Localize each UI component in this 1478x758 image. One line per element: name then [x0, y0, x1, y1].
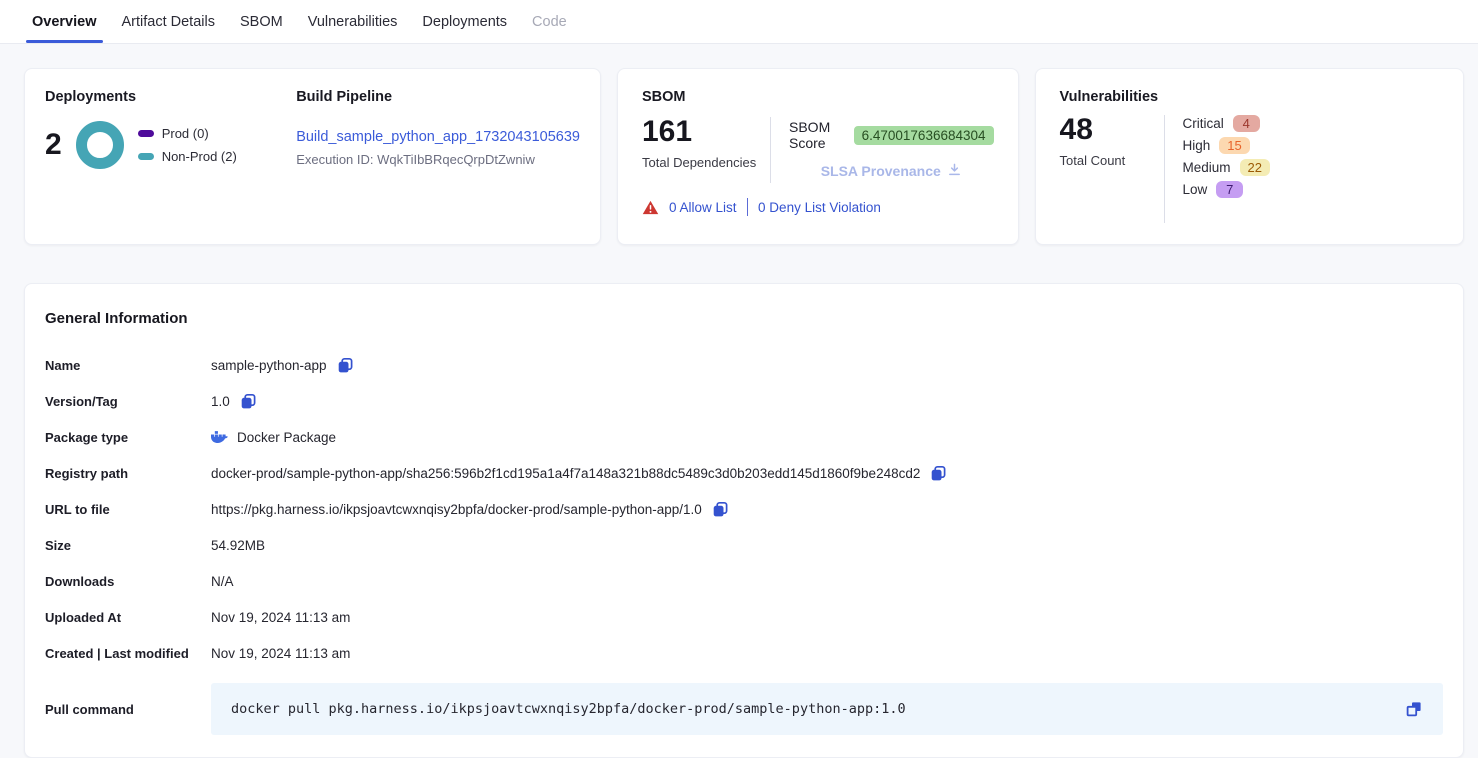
- docker-icon: [211, 430, 228, 444]
- info-row-version: Version/Tag 1.0: [45, 383, 1443, 419]
- sbom-score-badge: 6.470017636684304: [854, 126, 994, 145]
- info-row-pull-command: Pull command docker pull pkg.harness.io/…: [45, 683, 1443, 735]
- sbom-card: SBOM 161 Total Dependencies SBOM Score 6…: [617, 68, 1019, 245]
- legend-item-prod: Prod (0): [138, 126, 237, 141]
- sbom-total: 161: [642, 117, 770, 147]
- sbom-title: SBOM: [642, 89, 994, 105]
- severity-badge-critical: 4: [1233, 115, 1260, 132]
- severity-label-low: Low: [1183, 182, 1208, 197]
- tab-deployments[interactable]: Deployments: [422, 0, 507, 43]
- severity-label-critical: Critical: [1183, 116, 1224, 131]
- info-row-registry-path: Registry path docker-prod/sample-python-…: [45, 455, 1443, 491]
- severity-list: Critical 4 High 15 Medium 22 Low 7: [1165, 115, 1270, 223]
- sbom-stats: 161 Total Dependencies: [642, 117, 770, 183]
- tab-artifact-details[interactable]: Artifact Details: [122, 0, 215, 43]
- uploaded-at-value: Nov 19, 2024 11:13 am: [211, 610, 350, 625]
- severity-badge-medium: 22: [1240, 159, 1270, 176]
- registry-path-label: Registry path: [45, 466, 211, 481]
- deny-list-link[interactable]: 0 Deny List Violation: [758, 200, 881, 215]
- created-modified-label: Created | Last modified: [45, 646, 211, 661]
- pipeline-link[interactable]: Build_sample_python_app_1732043105639: [296, 129, 580, 145]
- size-value: 54.92MB: [211, 538, 265, 553]
- tab-sbom[interactable]: SBOM: [240, 0, 283, 43]
- copy-version-button[interactable]: [239, 392, 258, 411]
- severity-row-low: Low 7: [1183, 181, 1270, 198]
- severity-row-medium: Medium 22: [1183, 159, 1270, 176]
- build-pipeline-title: Build Pipeline: [296, 89, 580, 105]
- version-label: Version/Tag: [45, 394, 211, 409]
- url-value: https://pkg.harness.io/ikpsjoavtcwxnqisy…: [211, 502, 702, 517]
- sbom-score-label: SBOM Score: [789, 119, 846, 151]
- slsa-provenance-label: SLSA Provenance: [821, 163, 941, 179]
- downloads-label: Downloads: [45, 574, 211, 589]
- severity-label-medium: Medium: [1183, 160, 1231, 175]
- registry-path-value: docker-prod/sample-python-app/sha256:596…: [211, 466, 920, 481]
- version-value: 1.0: [211, 394, 230, 409]
- prod-legend-label: Prod (0): [162, 126, 209, 141]
- general-information-card: General Information Name sample-python-a…: [24, 283, 1464, 758]
- deployments-card: Deployments 2 Prod (0) Non-Prod (2) Buil…: [24, 68, 601, 245]
- size-label: Size: [45, 538, 211, 553]
- legend-item-nonprod: Non-Prod (2): [138, 149, 237, 164]
- info-row-size: Size 54.92MB: [45, 527, 1443, 563]
- link-separator: [747, 198, 749, 216]
- build-pipeline-section: Build Pipeline Build_sample_python_app_1…: [296, 89, 580, 224]
- package-type-value: Docker Package: [237, 430, 336, 445]
- info-row-uploaded-at: Uploaded At Nov 19, 2024 11:13 am: [45, 599, 1443, 635]
- vulnerabilities-title: Vulnerabilities: [1060, 89, 1439, 105]
- tab-bar: Overview Artifact Details SBOM Vulnerabi…: [0, 0, 1478, 44]
- slsa-provenance-link[interactable]: SLSA Provenance: [821, 162, 962, 180]
- deployments-total: 2: [45, 130, 62, 160]
- copy-registry-path-button[interactable]: [929, 464, 948, 483]
- pull-command-label: Pull command: [45, 702, 211, 717]
- tab-code: Code: [532, 0, 567, 43]
- pull-command-block: docker pull pkg.harness.io/ikpsjoavtcwxn…: [211, 683, 1443, 735]
- copy-url-button[interactable]: [711, 500, 730, 519]
- vulnerabilities-total-label: Total Count: [1060, 153, 1164, 168]
- info-row-name: Name sample-python-app: [45, 347, 1443, 383]
- severity-row-critical: Critical 4: [1183, 115, 1270, 132]
- name-label: Name: [45, 358, 211, 373]
- deployments-donut-chart: [76, 121, 124, 169]
- summary-cards-row: Deployments 2 Prod (0) Non-Prod (2) Buil…: [0, 44, 1478, 245]
- deployments-section: Deployments 2 Prod (0) Non-Prod (2): [45, 89, 296, 224]
- copy-name-button[interactable]: [336, 356, 355, 375]
- warning-icon: [642, 200, 659, 215]
- uploaded-at-label: Uploaded At: [45, 610, 211, 625]
- sbom-policy-links: 0 Allow List 0 Deny List Violation: [642, 198, 994, 216]
- url-label: URL to file: [45, 502, 211, 517]
- severity-badge-low: 7: [1216, 181, 1243, 198]
- copy-pull-command-button[interactable]: [1405, 700, 1423, 718]
- severity-row-high: High 15: [1183, 137, 1270, 154]
- created-modified-value: Nov 19, 2024 11:13 am: [211, 646, 350, 661]
- vulnerabilities-stats: 48 Total Count: [1060, 115, 1164, 223]
- name-value: sample-python-app: [211, 358, 327, 373]
- package-type-label: Package type: [45, 430, 211, 445]
- deployments-title: Deployments: [45, 89, 296, 105]
- deployments-legend: Prod (0) Non-Prod (2): [138, 126, 237, 164]
- general-information-title: General Information: [45, 310, 1443, 327]
- nonprod-legend-swatch: [138, 153, 154, 160]
- info-row-downloads: Downloads N/A: [45, 563, 1443, 599]
- prod-legend-swatch: [138, 130, 154, 137]
- tab-vulnerabilities[interactable]: Vulnerabilities: [308, 0, 398, 43]
- download-icon: [947, 162, 962, 180]
- pull-command-text: docker pull pkg.harness.io/ikpsjoavtcwxn…: [231, 701, 906, 717]
- downloads-value: N/A: [211, 574, 234, 589]
- info-row-created-modified: Created | Last modified Nov 19, 2024 11:…: [45, 635, 1443, 671]
- severity-badge-high: 15: [1219, 137, 1249, 154]
- info-row-url: URL to file https://pkg.harness.io/ikpsj…: [45, 491, 1443, 527]
- severity-label-high: High: [1183, 138, 1211, 153]
- sbom-score-section: SBOM Score 6.470017636684304 SLSA Proven…: [771, 117, 994, 183]
- vulnerabilities-total: 48: [1060, 115, 1164, 145]
- nonprod-legend-label: Non-Prod (2): [162, 149, 237, 164]
- execution-id-text: Execution ID: WqkTiIbBRqecQrpDtZwniw: [296, 152, 580, 167]
- vulnerabilities-card: Vulnerabilities 48 Total Count Critical …: [1035, 68, 1464, 245]
- allow-list-link[interactable]: 0 Allow List: [669, 200, 737, 215]
- sbom-total-label: Total Dependencies: [642, 155, 770, 170]
- info-row-package-type: Package type Docker Package: [45, 419, 1443, 455]
- tab-overview[interactable]: Overview: [32, 0, 97, 43]
